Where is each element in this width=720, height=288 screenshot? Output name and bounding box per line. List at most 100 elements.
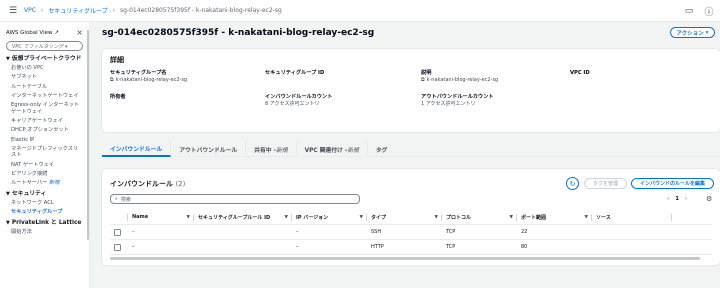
- external-link-icon: ↗: [54, 29, 59, 36]
- top-right-tools: ▭ ⓘ: [682, 4, 716, 18]
- cell-ip-version: –: [296, 229, 299, 235]
- col-port-range[interactable]: ポート範囲 ▼: [517, 210, 592, 225]
- global-view-link[interactable]: AWS Global View ↗: [6, 30, 59, 36]
- tab-inbound-rules[interactable]: インバウンドルール: [102, 141, 172, 157]
- cell-name: –: [132, 229, 135, 235]
- search-input[interactable]: ⌕ 検索: [110, 194, 360, 204]
- sort-icon: ▼: [359, 214, 363, 220]
- sidebar-item-route-servers[interactable]: ルートサーバー 新規: [11, 180, 83, 187]
- col-protocol[interactable]: プロトコル ▼: [442, 210, 517, 225]
- details-panel: 詳細 セキュリティグループ名 ⧉ k-nakatani-blog-relay-ec…: [102, 49, 720, 132]
- menu-icon[interactable]: ☰: [6, 4, 20, 18]
- select-all-cell: [110, 210, 128, 225]
- chevron-right-icon: ›: [40, 7, 44, 14]
- vpc-filter-select[interactable]: VPC でフィルタリング ▾: [6, 41, 83, 51]
- col-name[interactable]: Name ▼: [128, 210, 194, 225]
- breadcrumb-vpc[interactable]: VPC: [24, 7, 36, 14]
- cell-protocol: TCP: [446, 244, 456, 250]
- sidebar-item-security-groups[interactable]: セキュリティグループ: [11, 209, 83, 216]
- sidebar-item-carrier-gateways[interactable]: キャリアゲートウェイ: [11, 118, 83, 125]
- sidebar-scrollbar[interactable]: [87, 30, 89, 240]
- chevron-right-icon: ›: [112, 7, 116, 14]
- field-sg-name: セキュリティグループ名 ⧉ k-nakatani-blog-relay-ec2-s…: [110, 70, 188, 83]
- refresh-icon: ↻: [569, 179, 576, 188]
- copy-icon[interactable]: ⧉: [421, 77, 425, 83]
- caret-down-icon: ▼: [6, 219, 10, 226]
- details-heading: 詳細: [110, 56, 124, 64]
- actions-button[interactable]: アクション ▾: [670, 27, 715, 38]
- caret-down-icon: ▼: [6, 56, 10, 62]
- table-row[interactable]: – – HTTP TCP 80: [110, 240, 712, 255]
- tab-vpc-associations[interactable]: VPC 関連付け - 新規: [297, 141, 368, 157]
- sidebar-item-dhcp-options[interactable]: DHCP オプションセット: [11, 127, 83, 134]
- next-page-icon[interactable]: ›: [685, 196, 687, 202]
- table-horizontal-scrollbar[interactable]: [110, 257, 700, 260]
- field-sg-id: セキュリティグループ ID: [265, 70, 325, 76]
- table-header: Name ▼ セキュリティグループルール ID ▼ IP バージョン ▼ タイプ ▼ プ…: [110, 210, 712, 225]
- page-title: sg-014ec0280575f395f - k-nakatani-blog-r…: [102, 28, 375, 38]
- col-source[interactable]: ソース: [592, 210, 672, 225]
- tab-tags[interactable]: タグ: [368, 141, 396, 157]
- copy-icon[interactable]: ⧉: [110, 77, 114, 83]
- sidebar-item-route-tables[interactable]: ルートテーブル: [11, 84, 83, 91]
- cell-port-range: 22: [521, 229, 528, 235]
- sidebar-item-prefix-lists[interactable]: マネージドプレフィックスリスト: [11, 146, 83, 159]
- sidebar-item-peering[interactable]: ピアリング接続: [11, 171, 83, 178]
- col-ip-version[interactable]: IP バージョン ▼: [292, 210, 367, 225]
- cell-type: HTTP: [371, 244, 384, 250]
- manage-tags-button[interactable]: タグを管理: [584, 178, 627, 189]
- cell-port-range: 80: [521, 244, 528, 250]
- field-description: 説明 ⧉ k-nakatani-blog-relay-ec2-sg: [421, 70, 499, 83]
- breadcrumb-current: sg-014ec0280575f395f - k-nakatani-blog-r…: [120, 7, 282, 14]
- sidebar-item-elastic-ip[interactable]: Elastic IP: [11, 137, 83, 144]
- breadcrumb-security-groups[interactable]: セキュリティグループ: [48, 6, 107, 15]
- sidebar-section-privatelink[interactable]: ▼ PrivateLink と Lattice: [6, 220, 83, 227]
- sidebar-item-egress-only-igw[interactable]: Egress-only インターネットゲートウェイ: [11, 102, 83, 115]
- col-rule-id[interactable]: セキュリティグループルール ID ▼: [194, 210, 292, 225]
- tab-outbound-rules[interactable]: アウトバウンドルール: [171, 141, 247, 157]
- sort-icon: ▼: [186, 214, 190, 220]
- sort-icon: ▼: [509, 214, 513, 220]
- page-number[interactable]: 1: [675, 196, 679, 202]
- inbound-rules-heading: インバウンドルール (2): [110, 180, 186, 188]
- sidebar: AWS Global View ↗ × VPC でフィルタリング ▾ ▼ 仮想プラ…: [0, 22, 90, 288]
- tab-sharing[interactable]: 共有中 - 新規: [246, 141, 297, 157]
- cell-name: –: [132, 244, 135, 250]
- feedback-icon[interactable]: ▭: [682, 4, 696, 18]
- close-icon[interactable]: ×: [76, 28, 83, 37]
- cell-rule-id[interactable]: [194, 240, 292, 255]
- sidebar-item-subnets[interactable]: サブネット: [11, 74, 83, 81]
- info-icon[interactable]: ⓘ: [702, 4, 716, 18]
- new-badge: 新規: [48, 180, 60, 187]
- row-checkbox[interactable]: [114, 243, 121, 251]
- tab-bar: インバウンドルール アウトバウンドルール 共有中 - 新規 VPC 関連付け -…: [102, 141, 720, 157]
- gear-icon[interactable]: ⚙: [706, 195, 712, 203]
- refresh-button[interactable]: ↻: [566, 177, 579, 190]
- sort-icon: ▼: [284, 214, 288, 220]
- sidebar-section-security[interactable]: ▼ セキュリティ: [6, 191, 83, 198]
- prev-page-icon[interactable]: ‹: [667, 196, 669, 202]
- sidebar-section-vpc[interactable]: ▼ 仮想プライベートクラウド: [6, 56, 83, 63]
- sidebar-item-network-acl[interactable]: ネットワーク ACL: [11, 200, 83, 207]
- top-bar: ☰ VPC › セキュリティグループ › sg-014ec0280575f395…: [0, 0, 720, 22]
- sidebar-item-getting-started[interactable]: 開始方法: [11, 229, 83, 236]
- cell-source: [592, 225, 672, 240]
- edit-inbound-rules-button[interactable]: インバウンドのルールを編集: [631, 178, 714, 189]
- sort-icon: ▼: [434, 214, 438, 220]
- field-outbound-count: アウトバウンドルールカウント 1 アクセス許可エントリ: [421, 94, 494, 107]
- sidebar-item-your-vpcs[interactable]: お使いの VPC: [11, 65, 83, 72]
- col-type[interactable]: タイプ ▼: [367, 210, 442, 225]
- sidebar-item-internet-gateways[interactable]: インターネットゲートウェイ: [11, 93, 83, 100]
- field-vpc-id: VPC ID: [570, 70, 590, 76]
- field-inbound-count: インバウンドルールカウント 8 アクセス許可エントリ: [265, 94, 333, 107]
- row-checkbox[interactable]: [114, 228, 121, 236]
- sidebar-item-nat-gateways[interactable]: NAT ゲートウェイ: [11, 162, 83, 169]
- cell-rule-id[interactable]: [194, 225, 292, 240]
- table-row[interactable]: – – SSH TCP 22: [110, 225, 712, 240]
- sort-icon: ▼: [584, 214, 588, 220]
- cell-source: [592, 240, 672, 255]
- field-owner: 所有者: [110, 94, 126, 100]
- pagination: ‹ 1 ›: [667, 196, 687, 202]
- search-icon: ⌕: [115, 196, 118, 202]
- global-view-row: AWS Global View ↗ ×: [6, 28, 83, 37]
